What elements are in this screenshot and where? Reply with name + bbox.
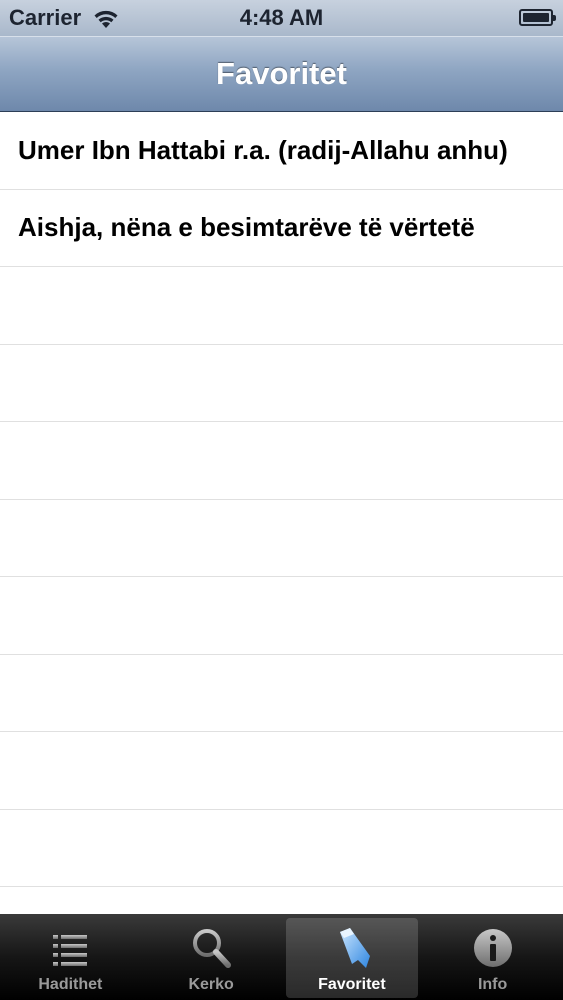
tab-label: Kerko <box>188 976 234 993</box>
empty-row <box>0 577 563 655</box>
tab-kerko[interactable]: Kerko <box>141 914 282 1000</box>
list-item[interactable]: Umer Ibn Hattabi r.a. (radij-Allahu anhu… <box>0 112 563 190</box>
favorites-list[interactable]: Umer Ibn Hattabi r.a. (radij-Allahu anhu… <box>0 112 563 914</box>
tab-bar: Hadithet Kerko Favoritet Info <box>0 914 563 1000</box>
navigation-bar: Favoritet <box>0 36 563 112</box>
bookmark-icon <box>339 928 370 968</box>
battery-level <box>523 13 549 22</box>
info-icon <box>473 929 512 967</box>
tab-favoritet[interactable]: Favoritet <box>282 914 423 1000</box>
battery-icon <box>519 9 556 26</box>
list-item-label: Aishja, nëna e besimtarëve të vërtetë <box>18 212 475 243</box>
tab-hadithet[interactable]: Hadithet <box>0 914 141 1000</box>
carrier-label: Carrier <box>9 5 82 30</box>
empty-row <box>0 887 563 914</box>
wifi-icon <box>94 10 118 28</box>
list-item-label: Umer Ibn Hattabi r.a. (radij-Allahu anhu… <box>18 134 508 165</box>
tab-info[interactable]: Info <box>422 914 563 1000</box>
empty-row <box>0 267 563 345</box>
tab-label: Favoritet <box>318 976 386 993</box>
empty-row <box>0 345 563 422</box>
list-item[interactable]: Aishja, nëna e besimtarëve të vërtetë <box>0 190 563 267</box>
empty-row <box>0 732 563 810</box>
empty-row <box>0 810 563 887</box>
page-title: Favoritet <box>216 56 347 91</box>
tab-label: Hadithet <box>38 976 103 993</box>
empty-row <box>0 500 563 577</box>
empty-row <box>0 655 563 732</box>
status-left: Carrier <box>9 5 121 31</box>
tab-label: Info <box>477 976 508 993</box>
status-bar: Carrier 4:48 AM <box>0 0 563 36</box>
search-icon <box>193 929 232 968</box>
list-icon <box>53 935 88 966</box>
empty-row <box>0 422 563 500</box>
